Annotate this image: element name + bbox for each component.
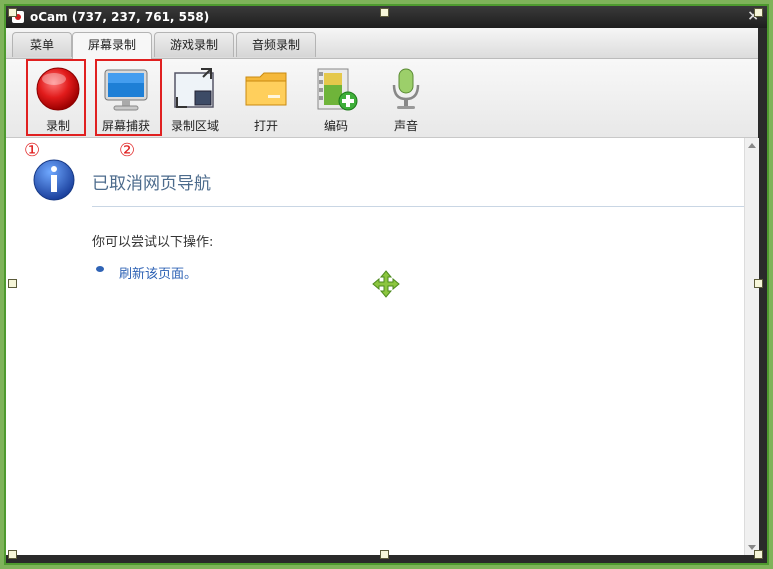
annotation-number-two: ② <box>119 140 136 161</box>
resize-handle-left[interactable] <box>8 279 17 288</box>
scroll-up-icon[interactable] <box>748 143 756 148</box>
codec-button[interactable]: 编码 <box>304 63 368 133</box>
divider <box>92 206 744 207</box>
refresh-link[interactable]: 刷新该页面。 <box>119 263 197 282</box>
record-label: 录制 <box>45 119 70 133</box>
tab-screen-record[interactable]: 屏幕录制 <box>72 32 152 59</box>
vertical-scrollbar[interactable] <box>744 138 759 555</box>
film-add-icon <box>317 68 358 111</box>
record-icon <box>36 67 80 111</box>
tab-menu[interactable]: 菜单 <box>12 32 72 57</box>
move-cursor-icon <box>372 270 400 298</box>
resize-handle-bottom-left[interactable] <box>8 550 17 559</box>
resize-handle-right[interactable] <box>754 279 763 288</box>
microphone-icon <box>392 68 420 109</box>
resize-handle-top-right[interactable] <box>754 8 763 17</box>
annotation-number-one: ① <box>24 140 41 161</box>
suggestion-text: 你可以尝试以下操作: <box>92 235 214 250</box>
monitor-icon <box>104 69 148 111</box>
tab-game-record[interactable]: 游戏录制 <box>154 32 234 57</box>
record-button[interactable]: 录制 <box>26 63 90 133</box>
record-area-icon <box>174 68 214 108</box>
resize-handle-top-left[interactable] <box>8 8 17 17</box>
bullet-icon <box>96 266 104 272</box>
sound-label: 声音 <box>393 119 418 133</box>
folder-icon <box>245 72 287 106</box>
info-icon <box>33 159 75 201</box>
sound-button[interactable]: 声音 <box>374 63 438 133</box>
tab-audio-record[interactable]: 音频录制 <box>236 32 316 57</box>
window-title: oCam (737, 237, 761, 558) <box>30 10 210 24</box>
tab-bar: 菜单 屏幕录制 游戏录制 音频录制 <box>6 28 758 59</box>
screen-capture-label: 屏幕捕获 <box>101 119 150 133</box>
open-label: 打开 <box>253 119 278 133</box>
toolbar: 录制 屏幕捕获 录制区域 打开 编码 声音 <box>6 59 758 138</box>
resize-handle-bottom[interactable] <box>380 550 389 559</box>
codec-label: 编码 <box>323 119 348 133</box>
page-heading: 已取消网页导航 <box>92 174 211 194</box>
record-area-button[interactable]: 录制区域 <box>163 63 227 133</box>
resize-handle-bottom-right[interactable] <box>754 550 763 559</box>
record-area-label: 录制区域 <box>170 119 219 133</box>
screen-capture-button[interactable]: 屏幕捕获 <box>94 63 158 133</box>
open-button[interactable]: 打开 <box>234 63 298 133</box>
resize-handle-top[interactable] <box>380 8 389 17</box>
browser-content: 已取消网页导航 你可以尝试以下操作: 刷新该页面。 <box>6 138 744 555</box>
